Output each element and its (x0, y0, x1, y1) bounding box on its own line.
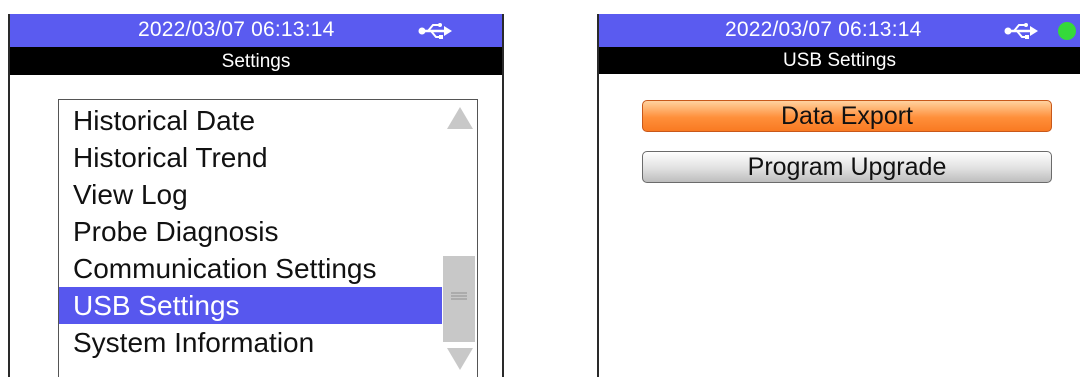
menu-item-system-information[interactable]: System Information (59, 324, 442, 361)
usb-icon (1004, 23, 1038, 39)
page-title: Settings (10, 47, 502, 75)
settings-screen: 2022/03/07 06:13:14 Settings Historical … (8, 14, 504, 377)
usb-icon (418, 23, 452, 39)
menu-item-probe-diagnosis[interactable]: Probe Diagnosis (59, 213, 442, 250)
menu-item-historical-date[interactable]: Historical Date (59, 102, 442, 139)
arrow-up-icon[interactable] (446, 106, 474, 130)
status-indicator-dot (1058, 22, 1076, 40)
settings-menu-list: Historical Date Historical Trend View Lo… (58, 99, 478, 377)
menu-item-usb-settings[interactable]: USB Settings (59, 287, 442, 324)
program-upgrade-button[interactable]: Program Upgrade (642, 151, 1052, 183)
datetime: 2022/03/07 06:13:14 (725, 18, 922, 41)
scroll-thumb[interactable] (443, 256, 475, 342)
status-bar: 2022/03/07 06:13:14 (10, 14, 502, 47)
menu-item-view-log[interactable]: View Log (59, 176, 442, 213)
usb-settings-screen: 2022/03/07 06:13:14 USB Settings Data Ex… (597, 14, 1080, 377)
scrollbar[interactable] (442, 100, 476, 377)
datetime: 2022/03/07 06:13:14 (138, 18, 335, 41)
status-bar: 2022/03/07 06:13:14 (599, 14, 1080, 47)
menu-item-communication-settings[interactable]: Communication Settings (59, 250, 442, 287)
arrow-down-icon[interactable] (446, 347, 474, 371)
menu-item-historical-trend[interactable]: Historical Trend (59, 139, 442, 176)
page-title: USB Settings (599, 47, 1080, 74)
data-export-button[interactable]: Data Export (642, 100, 1052, 132)
scroll-grip-icon (451, 292, 467, 300)
